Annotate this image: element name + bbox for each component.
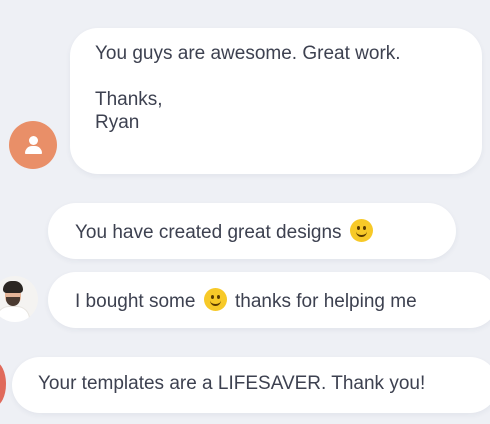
partial-avatar[interactable] <box>0 362 6 406</box>
message-text-line: Ryan <box>95 112 140 133</box>
message-text-line: You guys are awesome. Great work. <box>95 43 401 64</box>
message-text: I bought some <box>75 291 196 312</box>
message-bubble-bought: I bought some thanks for helping me <box>48 272 490 328</box>
message-text: Your templates are a LIFESAVER. Thank yo… <box>38 373 426 394</box>
user-placeholder-icon <box>29 136 38 145</box>
smiley-emoji-icon <box>349 219 373 242</box>
message-text: You have created great designs <box>75 222 342 243</box>
message-bubble-lifesaver: Your templates are a LIFESAVER. Thank yo… <box>12 357 490 413</box>
message-bubble-awesome: You guys are awesome. Great work. Thanks… <box>70 28 482 174</box>
user-placeholder-avatar[interactable] <box>9 121 57 169</box>
bearded-man-avatar[interactable] <box>0 276 38 322</box>
message-bubble-designs: You have created great designs <box>48 203 456 259</box>
message-text: thanks for helping me <box>234 291 417 312</box>
message-text-line: Thanks, <box>95 89 163 110</box>
smiley-emoji-icon <box>203 288 227 311</box>
